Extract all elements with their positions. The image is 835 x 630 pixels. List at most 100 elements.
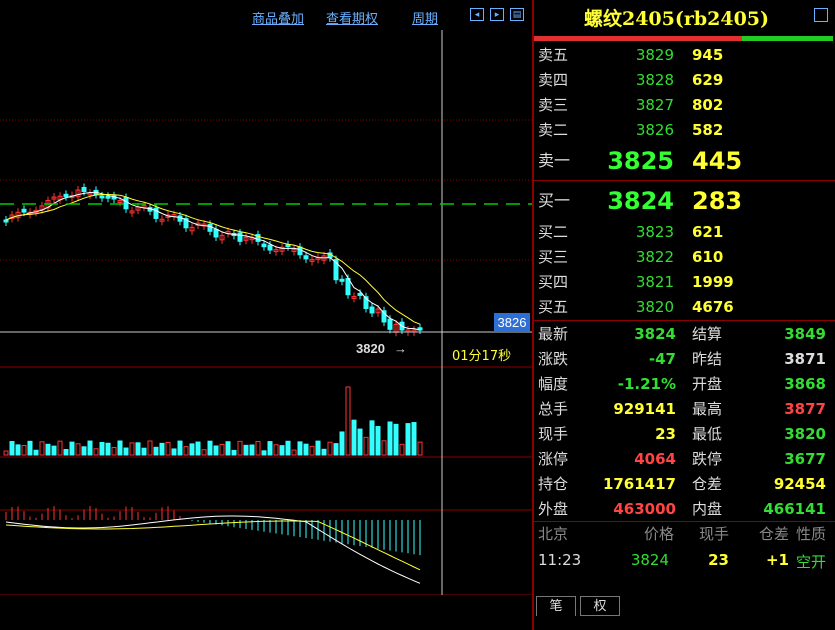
overlay-link[interactable]: 商品叠加 [252,8,304,27]
ask-row-2[interactable]: 卖二 3826 582 [534,118,834,143]
kline-chart[interactable]: 3826 3820 → 01分17秒 02 [0,30,532,612]
volume-bar [279,445,285,456]
volume-bar [81,446,87,456]
volume-bar [207,440,213,456]
buy-ratio-fill [742,36,833,41]
quote-panel: 螺纹2405(rb2405) 卖五 3829 945 卖四 3828 629 卖… [534,0,835,630]
volume-bar [321,448,327,456]
volume-bar [267,441,273,456]
volume-bar [213,445,219,456]
stat-row: 外盘 463000 内盘 466141 [534,497,834,522]
volume-bar [231,449,237,456]
stat-label: 持仓 [538,475,569,493]
stat-value: 3868 [784,375,826,393]
volume-bar [411,422,417,456]
candle-body [123,197,129,210]
stat-label: 幅度 [538,375,569,393]
bid-volume: 283 [692,187,743,215]
countdown-timer: 01分17秒 [452,349,511,364]
volume-bar [369,420,375,456]
ask-row-3[interactable]: 卖三 3827 802 [534,93,834,118]
volume-bar [159,442,165,456]
bid-row-5[interactable]: 买五 3820 4676 [534,295,834,320]
ask-label: 卖一 [538,151,571,170]
prev-icon[interactable]: ◂ [470,8,484,21]
stat-label: 仓差 [692,475,723,493]
candle-body [21,208,27,213]
bid-row-1[interactable]: 买一 3824 283 [534,183,834,219]
tick-row[interactable]: 11:23 3824 23 +1 空开 [534,551,834,576]
stat-value: 23 [655,425,676,443]
ask-volume: 582 [692,121,724,139]
stat-label: 跌停 [692,450,723,468]
volume-bar [189,443,195,456]
volume-bar [381,440,387,456]
volume-bar [45,443,51,456]
volume-bar [261,450,267,456]
ask-price: 3829 [635,46,674,64]
stat-label: 涨跌 [538,350,569,368]
volume-bar [165,441,171,456]
stat-value: 4064 [634,450,676,468]
stat-label: 内盘 [692,500,723,518]
ask-price: 3827 [635,96,674,114]
stat-row: 幅度 -1.21% 开盘 3868 [534,372,834,397]
candle-body [369,306,375,314]
ask-label: 卖三 [538,96,569,114]
volume-bar [387,421,393,456]
bid-label: 买三 [538,248,569,266]
stat-label: 昨结 [692,350,723,368]
stat-value: 3877 [784,400,826,418]
layout-icon[interactable]: ▤ [510,8,524,21]
low-label: 3820 [356,341,385,356]
tick-time: 11:23 [538,551,582,569]
stat-row: 现手 23 最低 3820 [534,422,834,447]
restore-window-icon[interactable] [814,8,828,22]
tab-options[interactable]: 权 [580,596,620,616]
period-link[interactable]: 周期 [412,8,438,27]
volume-bar [333,443,339,456]
tick-volume: 23 [708,551,729,569]
ask-label: 卖五 [538,46,569,64]
volume-bar [69,441,75,456]
bid-volume: 621 [692,223,724,241]
volume-bar [297,441,303,456]
volume-bar [237,440,243,456]
stat-value: 463000 [613,500,676,518]
volume-bar [171,448,177,456]
ask-price: 3825 [607,147,674,175]
volume-bar [63,449,69,456]
ask-volume: 445 [692,147,743,175]
bid-row-2[interactable]: 买二 3823 621 [534,220,834,245]
stat-label: 涨停 [538,450,569,468]
stat-value: 3820 [784,425,826,443]
bid-row-4[interactable]: 买四 3821 1999 [534,270,834,295]
bid-row-3[interactable]: 买三 3822 610 [534,245,834,270]
options-link[interactable]: 查看期权 [326,8,378,27]
volume-bar [21,444,27,456]
ask-price: 3828 [635,71,674,89]
stat-value: 466141 [763,500,826,518]
price-marker: 3826 [498,315,527,330]
ask-row-1[interactable]: 卖一 3825 445 [534,143,834,179]
stat-row: 总手 929141 最高 3877 [534,397,834,422]
volume-bar [93,448,99,456]
stat-label: 最新 [538,325,569,343]
next-icon[interactable]: ▸ [490,8,504,21]
volume-bar [57,440,63,456]
kline-chart-area[interactable]: 3826 3820 → 01分17秒 02 [0,30,532,612]
candle-body [261,243,267,248]
volume-bar [219,443,225,456]
ask-row-4[interactable]: 卖四 3828 629 [534,68,834,93]
stat-row: 最新 3824 结算 3849 [534,322,834,347]
stat-row: 涨停 4064 跌停 3677 [534,447,834,472]
candle-body [339,278,345,282]
tab-ticks[interactable]: 笔 [536,596,576,616]
volume-bar [111,447,117,456]
candle-body [267,244,273,251]
volume-bar [249,444,255,456]
volume-bar [3,450,9,456]
ask-row-5[interactable]: 卖五 3829 945 [534,43,834,68]
volume-bar [141,447,147,456]
volume-bar [285,440,291,456]
